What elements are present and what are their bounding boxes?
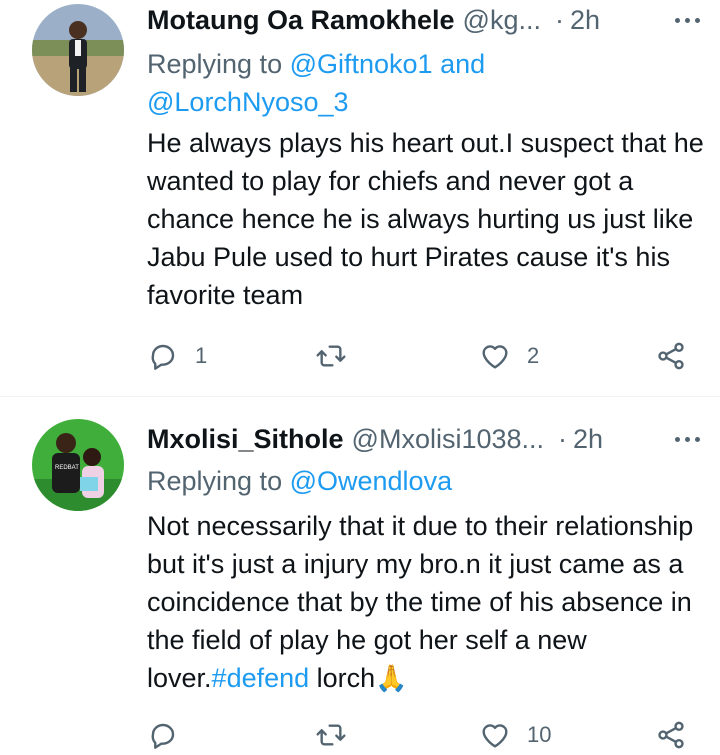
separator-dot: ·: [554, 4, 564, 35]
separator-dot: ·: [558, 423, 568, 454]
share-icon: [658, 721, 684, 749]
like-count: 10: [527, 722, 552, 747]
pray-emoji: 🙏: [375, 663, 408, 693]
share-button[interactable]: [655, 336, 687, 376]
share-button[interactable]: [655, 715, 687, 755]
avatar-photo: REDBAT: [32, 419, 124, 511]
replying-to-label: Replying to: [147, 49, 290, 79]
tweet-text: Not necessarily that it due to their rel…: [147, 507, 707, 697]
like-button[interactable]: 2: [479, 336, 539, 376]
replying-to: Replying to @Owendlova: [147, 462, 567, 500]
display-name[interactable]: Motaung Oa Ramokhele: [147, 5, 455, 36]
user-handle[interactable]: @kg...: [463, 5, 541, 36]
reply-count: 1: [195, 343, 208, 368]
tweet-header: Mxolisi_Sithole @Mxolisi1038... · 2h: [147, 419, 704, 459]
replying-to-label: Replying to: [147, 466, 290, 496]
tweet-actions: 1 2: [147, 336, 697, 376]
heart-icon: [482, 724, 508, 748]
mention-link[interactable]: @Giftnoko1: [290, 49, 433, 79]
retweet-icon: [316, 345, 346, 367]
avatar[interactable]: REDBAT: [32, 419, 124, 511]
retweet-icon: [316, 724, 346, 746]
tweet-text: He always plays his heart out.I suspect …: [147, 128, 704, 310]
retweet-button[interactable]: [315, 715, 363, 755]
user-handle[interactable]: @Mxolisi1038...: [352, 424, 544, 455]
heart-icon: [482, 345, 508, 369]
timestamp[interactable]: 2h: [573, 424, 603, 455]
more-icon[interactable]: [675, 419, 700, 459]
tweet-header: Motaung Oa Ramokhele @kg... · 2h: [147, 0, 704, 40]
like-button[interactable]: 10: [479, 715, 551, 755]
tweet-actions: 10: [147, 715, 697, 755]
tweet[interactable]: Motaung Oa Ramokhele @kg... · 2h Replyin…: [0, 0, 720, 396]
replying-to: Replying to @Giftnoko1 and @LorchNyoso_3: [147, 45, 567, 121]
tweet-text-tail: lorch: [309, 663, 376, 693]
display-name[interactable]: Mxolisi_Sithole: [147, 424, 344, 455]
reply-icon: [151, 723, 175, 749]
like-count: 2: [527, 343, 540, 368]
avatar-shirt-text: REDBAT: [55, 465, 79, 471]
share-icon: [658, 342, 684, 370]
timestamp[interactable]: 2h: [570, 5, 600, 36]
avatar[interactable]: [32, 4, 124, 96]
mention-joiner[interactable]: and: [433, 49, 485, 79]
more-icon[interactable]: [675, 0, 700, 40]
reply-button[interactable]: 1: [147, 336, 207, 376]
mention-link[interactable]: @LorchNyoso_3: [147, 87, 349, 117]
retweet-button[interactable]: [315, 336, 363, 376]
avatar-photo: [32, 4, 124, 96]
reply-button[interactable]: [147, 715, 195, 755]
hashtag-link[interactable]: #defend: [212, 663, 310, 693]
mention-link[interactable]: @Owendlova: [290, 466, 453, 496]
reply-icon: [151, 344, 175, 370]
tweet[interactable]: REDBAT Mxolisi_Sithole @Mxolisi1038... ·…: [0, 397, 720, 752]
